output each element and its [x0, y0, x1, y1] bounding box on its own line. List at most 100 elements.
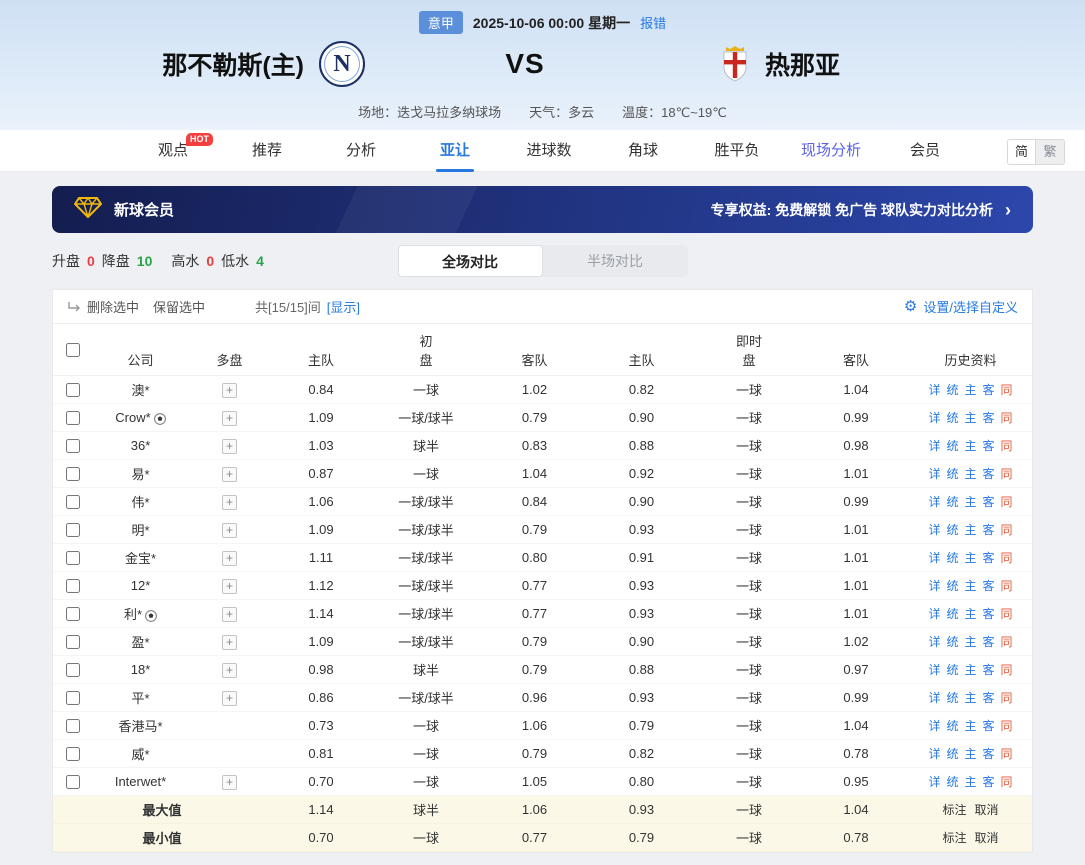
history-link-stats[interactable]: 统 — [946, 495, 958, 509]
row-checkbox[interactable] — [66, 607, 80, 622]
expand-multi-button[interactable]: + — [222, 578, 237, 594]
nav-tab-membership[interactable]: 会员 — [878, 130, 972, 172]
expand-multi-button[interactable]: + — [222, 410, 237, 426]
row-checkbox[interactable] — [66, 579, 80, 594]
history-link-away[interactable]: 客 — [983, 467, 995, 481]
history-link-stats[interactable]: 统 — [946, 719, 958, 733]
expand-multi-button[interactable]: + — [222, 494, 237, 510]
history-link-detail[interactable]: 详 — [928, 383, 940, 397]
history-link-away[interactable]: 客 — [983, 411, 995, 425]
history-link-home[interactable]: 主 — [964, 747, 976, 761]
history-link-detail[interactable]: 详 — [928, 775, 940, 789]
company-name[interactable]: Interwet* — [115, 774, 166, 789]
nav-tab-recommend[interactable]: 推荐 — [220, 130, 314, 172]
history-link-home[interactable]: 主 — [964, 523, 976, 537]
row-checkbox[interactable] — [66, 523, 80, 538]
history-link-away[interactable]: 客 — [983, 579, 995, 593]
history-link-same[interactable]: 同 — [1001, 439, 1013, 453]
history-link-detail[interactable]: 详 — [928, 747, 940, 761]
company-name[interactable]: Crow* — [115, 410, 150, 425]
history-link-same[interactable]: 同 — [1001, 663, 1013, 677]
row-checkbox[interactable] — [66, 551, 80, 566]
history-link-same[interactable]: 同 — [1001, 579, 1013, 593]
history-link-stats[interactable]: 统 — [946, 691, 958, 705]
history-link-stats[interactable]: 统 — [946, 383, 958, 397]
expand-multi-button[interactable]: + — [222, 522, 237, 538]
nav-tab-corners[interactable]: 角球 — [596, 130, 690, 172]
company-name[interactable]: 金宝* — [125, 551, 156, 566]
row-checkbox[interactable] — [66, 439, 80, 454]
row-checkbox[interactable] — [66, 691, 80, 706]
history-link-detail[interactable]: 详 — [928, 607, 940, 621]
company-name[interactable]: 明* — [131, 523, 149, 538]
history-link-away[interactable]: 客 — [983, 523, 995, 537]
history-link-home[interactable]: 主 — [964, 663, 976, 677]
history-link-stats[interactable]: 统 — [946, 747, 958, 761]
expand-multi-button[interactable]: + — [222, 774, 237, 790]
history-link-detail[interactable]: 详 — [928, 467, 940, 481]
history-link-home[interactable]: 主 — [964, 607, 976, 621]
nav-tab-win-draw-lose[interactable]: 胜平负 — [690, 130, 784, 172]
history-link-stats[interactable]: 统 — [946, 663, 958, 677]
company-name[interactable]: 易* — [131, 467, 149, 482]
mark-link[interactable]: 标注 — [942, 831, 966, 845]
company-name[interactable]: 澳* — [131, 383, 149, 398]
cancel-link[interactable]: 取消 — [975, 803, 999, 817]
row-checkbox[interactable] — [66, 663, 80, 678]
history-link-stats[interactable]: 统 — [946, 607, 958, 621]
history-link-same[interactable]: 同 — [1001, 775, 1013, 789]
company-name[interactable]: 利* — [124, 607, 142, 622]
history-link-home[interactable]: 主 — [964, 635, 976, 649]
company-name[interactable]: 36* — [131, 438, 151, 453]
history-link-home[interactable]: 主 — [964, 383, 976, 397]
history-link-detail[interactable]: 详 — [928, 495, 940, 509]
show-link[interactable]: [显示] — [327, 297, 360, 316]
expand-multi-button[interactable]: + — [222, 634, 237, 650]
history-link-same[interactable]: 同 — [1001, 747, 1013, 761]
history-link-away[interactable]: 客 — [983, 635, 995, 649]
row-checkbox[interactable] — [66, 495, 80, 510]
history-link-away[interactable]: 客 — [983, 747, 995, 761]
company-name[interactable]: 香港马* — [118, 719, 162, 734]
expand-multi-button[interactable]: + — [222, 466, 237, 482]
history-link-away[interactable]: 客 — [983, 775, 995, 789]
history-link-home[interactable]: 主 — [964, 775, 976, 789]
company-name[interactable]: 盈* — [131, 635, 149, 650]
history-link-home[interactable]: 主 — [964, 579, 976, 593]
membership-banner[interactable]: 新球会员 专享权益: 免费解锁 免广告 球队实力对比分析 › — [52, 186, 1033, 233]
history-link-detail[interactable]: 详 — [928, 663, 940, 677]
tab-full-match[interactable]: 全场对比 — [397, 245, 543, 277]
history-link-away[interactable]: 客 — [983, 607, 995, 621]
history-link-away[interactable]: 客 — [983, 439, 995, 453]
cancel-link[interactable]: 取消 — [975, 831, 999, 845]
history-link-same[interactable]: 同 — [1001, 523, 1013, 537]
history-link-detail[interactable]: 详 — [928, 691, 940, 705]
history-link-same[interactable]: 同 — [1001, 467, 1013, 481]
row-checkbox[interactable] — [66, 747, 80, 762]
tab-half-match[interactable]: 半场对比 — [543, 245, 688, 277]
mark-link[interactable]: 标注 — [942, 803, 966, 817]
history-link-away[interactable]: 客 — [983, 551, 995, 565]
history-link-away[interactable]: 客 — [983, 663, 995, 677]
history-link-same[interactable]: 同 — [1001, 719, 1013, 733]
company-name[interactable]: 威* — [131, 747, 149, 762]
history-link-stats[interactable]: 统 — [946, 411, 958, 425]
history-link-stats[interactable]: 统 — [946, 775, 958, 789]
history-link-home[interactable]: 主 — [964, 467, 976, 481]
history-link-same[interactable]: 同 — [1001, 607, 1013, 621]
history-link-home[interactable]: 主 — [964, 495, 976, 509]
nav-tab-analysis[interactable]: 分析 — [314, 130, 408, 172]
settings-link[interactable]: 设置/选择自定义 — [923, 297, 1018, 316]
history-link-away[interactable]: 客 — [983, 719, 995, 733]
expand-multi-button[interactable]: + — [222, 550, 237, 566]
nav-tab-asian-handicap[interactable]: 亚让 — [408, 130, 502, 172]
company-name[interactable]: 伟* — [131, 495, 149, 510]
history-link-detail[interactable]: 详 — [928, 439, 940, 453]
row-checkbox[interactable] — [66, 467, 80, 482]
expand-multi-button[interactable]: + — [222, 382, 237, 398]
history-link-same[interactable]: 同 — [1001, 691, 1013, 705]
history-link-same[interactable]: 同 — [1001, 551, 1013, 565]
row-checkbox[interactable] — [66, 775, 80, 790]
history-link-away[interactable]: 客 — [983, 691, 995, 705]
history-link-detail[interactable]: 详 — [928, 411, 940, 425]
